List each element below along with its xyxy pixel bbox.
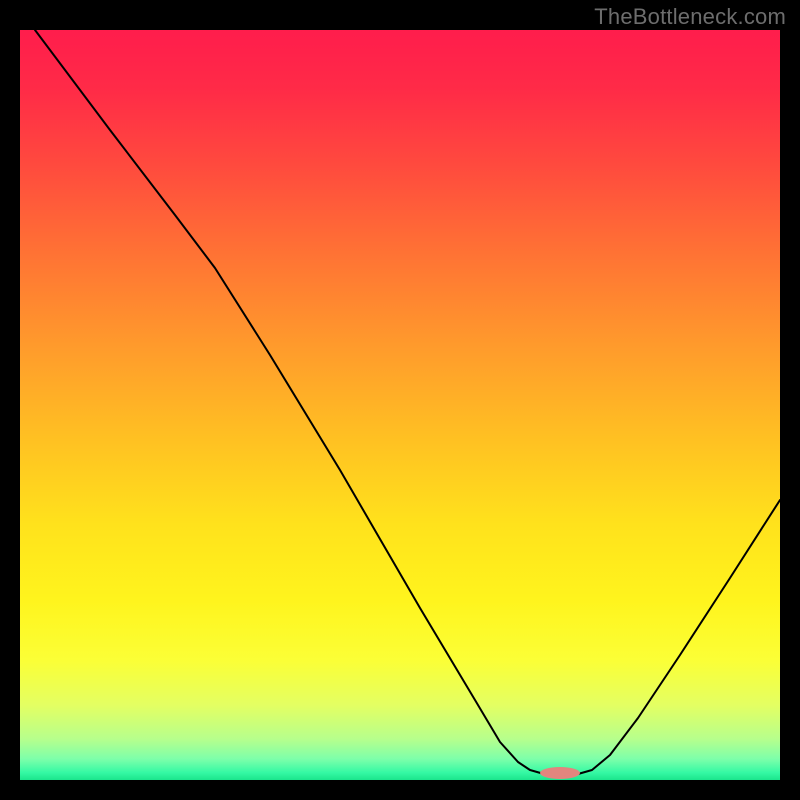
watermark-text: TheBottleneck.com <box>594 4 786 30</box>
plot-area <box>20 30 780 780</box>
chart-stage: TheBottleneck.com <box>0 0 800 800</box>
optimal-point-marker <box>540 767 580 779</box>
plot-svg <box>20 30 780 780</box>
gradient-background <box>20 30 780 780</box>
